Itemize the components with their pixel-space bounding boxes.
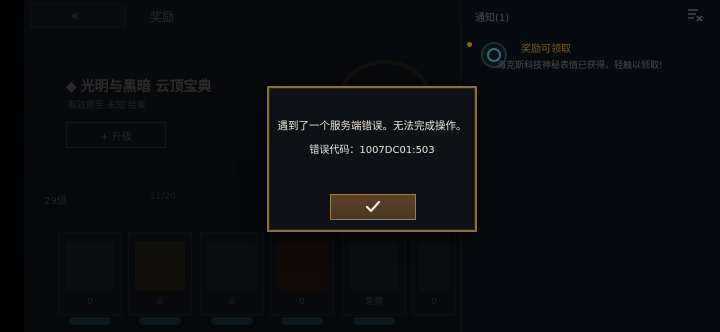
confirm-button[interactable] bbox=[330, 194, 416, 220]
error-code: 错误代码：1007DC01:503 bbox=[309, 145, 435, 156]
error-message: 遇到了一个服务端错误。无法完成操作。 bbox=[277, 120, 467, 132]
error-dialog: 遇到了一个服务端错误。无法完成操作。 错误代码：1007DC01:503 bbox=[267, 86, 477, 232]
check-icon bbox=[365, 200, 381, 213]
